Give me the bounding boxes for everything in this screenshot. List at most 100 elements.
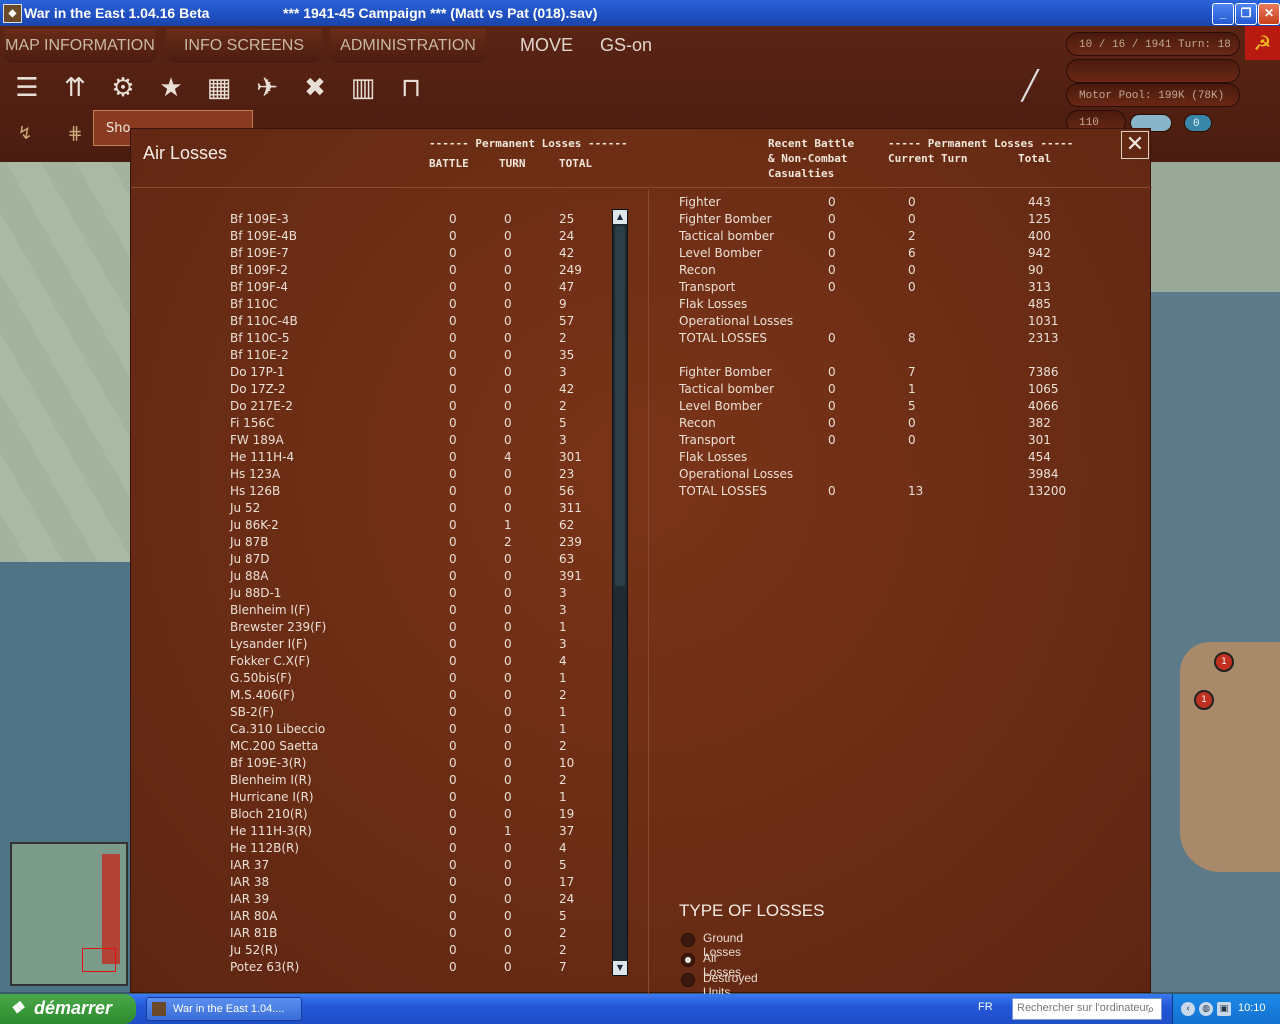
depot-icon[interactable]: ⊓: [391, 68, 431, 108]
turn-value: 1: [504, 824, 512, 838]
table-row: He 111H-3(R) 0 1 37: [131, 824, 611, 841]
gs-toggle[interactable]: GS-on: [600, 35, 652, 56]
tab-info-screens[interactable]: INFO SCREENS: [166, 29, 322, 63]
search-placeholder: Rechercher sur l'ordinateur: [1017, 1002, 1150, 1014]
soviet-flag-icon: ☭: [1245, 26, 1280, 60]
total-value: 391: [559, 569, 582, 583]
tab-administration[interactable]: ADMINISTRATION: [330, 29, 486, 63]
col-recent-3: Casualties: [768, 167, 835, 180]
loss-type: Transport: [679, 280, 736, 294]
total-value: 19: [559, 807, 575, 821]
aircraft-name: Blenheim I(R): [230, 773, 312, 787]
minimap-viewport[interactable]: [82, 948, 116, 972]
turn-value: 0: [504, 637, 512, 651]
start-label: démarrer: [34, 998, 113, 1018]
city-icon[interactable]: ▦: [199, 68, 239, 108]
battle-value: 0: [449, 739, 457, 753]
scroll-thumb[interactable]: [615, 226, 625, 586]
current-turn-value: 0: [908, 263, 916, 277]
maximize-icon[interactable]: ❐: [1235, 3, 1257, 25]
network-icon[interactable]: ◍: [1199, 1002, 1213, 1016]
total-value: 1065: [1028, 382, 1059, 396]
search-input[interactable]: Rechercher sur l'ordinateur ⌕: [1012, 998, 1162, 1020]
summary-row: Fighter Bomber 0 7 7386: [131, 365, 1131, 382]
total-value: 1: [559, 671, 567, 685]
aircraft-name: Bf 110E-2: [230, 348, 289, 362]
loss-type: TOTAL LOSSES: [679, 484, 768, 498]
aircraft-name: Blenheim I(F): [230, 603, 311, 617]
battle-value: 0: [449, 875, 457, 889]
turn-value: 2: [504, 535, 512, 549]
scroll-down-icon[interactable]: ▼: [613, 961, 627, 975]
col-recent-1: Recent Battle: [768, 137, 855, 150]
turn-value: 0: [504, 722, 512, 736]
recent-value: 0: [828, 280, 836, 294]
table-row: Hurricane I(R) 0 0 1: [131, 790, 611, 807]
minimize-icon[interactable]: _: [1212, 3, 1234, 25]
gear-icon[interactable]: ⚙: [103, 68, 143, 108]
language-indicator[interactable]: FR: [978, 1001, 993, 1013]
close-icon[interactable]: ✕: [1121, 131, 1149, 159]
battle-value: 0: [449, 756, 457, 770]
battle-value: 0: [449, 722, 457, 736]
col-battle: BATTLE: [429, 157, 469, 170]
battle-value: 0: [449, 569, 457, 583]
turn-value: 0: [504, 603, 512, 617]
left-header-group: ------ Permanent Losses ------: [429, 137, 628, 150]
table-row: Lysander I(F) 0 0 3: [131, 637, 611, 654]
total-value: 942: [1028, 246, 1051, 260]
monitor-icon[interactable]: ▣: [1217, 1002, 1231, 1016]
map-land: [1150, 162, 1280, 292]
recent-value: 0: [828, 399, 836, 413]
air-mission-icon[interactable]: ✈: [247, 68, 287, 108]
total-value: 17: [559, 875, 575, 889]
recent-value: 0: [828, 246, 836, 260]
rail-line-icon[interactable]: ⋕: [60, 118, 90, 150]
close-window-icon[interactable]: ✕: [1258, 3, 1280, 25]
search-icon[interactable]: ⌕: [1143, 1001, 1159, 1017]
tray-arrow-icon[interactable]: ‹: [1181, 1002, 1195, 1016]
battle-value: 0: [449, 960, 457, 974]
scroll-up-icon[interactable]: ▲: [613, 210, 627, 224]
start-button[interactable]: ❖ démarrer: [0, 994, 136, 1024]
taskbar-item[interactable]: War in the East 1.04....: [146, 997, 302, 1021]
radio-icon[interactable]: [681, 933, 695, 947]
hq-icon[interactable]: ⇈: [55, 68, 95, 108]
airbase-icon[interactable]: ✖: [295, 68, 335, 108]
total-value: 1: [559, 620, 567, 634]
total-value: 7386: [1028, 365, 1059, 379]
total-value: 485: [1028, 297, 1051, 311]
unit-stack-icon[interactable]: ☰: [7, 68, 47, 108]
battle-value: 0: [449, 807, 457, 821]
total-value: 239: [559, 535, 582, 549]
total-value: 3984: [1028, 467, 1059, 481]
recent-value: 0: [828, 382, 836, 396]
radio-icon[interactable]: [681, 973, 695, 987]
pencil-icon[interactable]: ╱: [1010, 66, 1050, 106]
table-row: Blenheim I(F) 0 0 3: [131, 603, 611, 620]
movement-arrow-icon[interactable]: ↯: [10, 118, 40, 150]
unit-counter-icon[interactable]: 1: [1194, 690, 1214, 710]
map-area-right[interactable]: 1 1: [1150, 162, 1280, 992]
minimap[interactable]: [10, 842, 128, 986]
rail-icon[interactable]: ▥: [343, 68, 383, 108]
battle-value: 0: [449, 348, 457, 362]
mode-label[interactable]: MOVE: [520, 35, 573, 56]
star-icon[interactable]: ★: [151, 68, 191, 108]
battle-value: 0: [449, 892, 457, 906]
unit-counter-icon[interactable]: 1: [1214, 652, 1234, 672]
loss-type: Recon: [679, 263, 716, 277]
table-row: Ju 52 0 0 311: [131, 501, 611, 518]
recent-value: 0: [828, 365, 836, 379]
table-row: Blenheim I(R) 0 0 2: [131, 773, 611, 790]
total-value: 90: [1028, 263, 1044, 277]
aircraft-name: Hurricane I(R): [230, 790, 314, 804]
recent-value: 0: [828, 229, 836, 243]
scrollbar[interactable]: ▲ ▼: [612, 209, 628, 976]
divider: [131, 187, 1152, 188]
battle-value: 0: [449, 909, 457, 923]
aircraft-name: Ju 87B: [230, 535, 269, 549]
radio-icon[interactable]: [681, 953, 695, 967]
tab-map-information[interactable]: MAP INFORMATION: [4, 29, 156, 63]
current-turn-value: 0: [908, 416, 916, 430]
